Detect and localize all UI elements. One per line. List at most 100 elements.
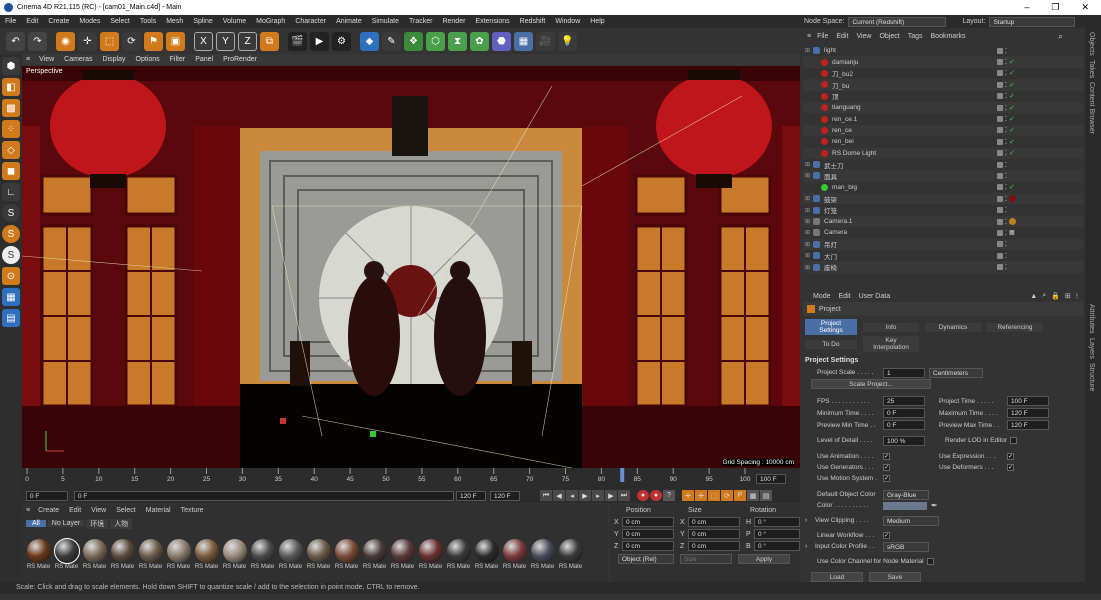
redo-icon[interactable]: ↷ xyxy=(28,31,47,51)
menu-tracker[interactable]: Tracker xyxy=(404,18,437,25)
material-swatch[interactable]: RS Mate xyxy=(81,538,108,576)
snap-icon[interactable]: S xyxy=(2,204,20,222)
live-selection-icon[interactable]: ◉ xyxy=(56,31,75,51)
menu-volume[interactable]: Volume xyxy=(218,18,251,25)
material-swatch[interactable]: RS Mate xyxy=(193,538,220,576)
side-tab-structure[interactable]: Structure xyxy=(1088,363,1095,391)
layer-toggle-icon[interactable] xyxy=(996,218,1003,225)
camera-icon[interactable]: 🎥 xyxy=(536,31,555,51)
node-space-select[interactable]: Current (Redshift) xyxy=(848,16,947,27)
position-field[interactable]: 0 cm xyxy=(622,529,674,539)
expand-icon[interactable]: ⊞ xyxy=(805,229,813,236)
new-window-icon[interactable]: ⊞ xyxy=(1065,292,1071,300)
object-menu-file[interactable]: File xyxy=(817,33,828,40)
size-field[interactable]: 0 cm xyxy=(688,517,740,527)
enabled-check-icon[interactable]: ✓ xyxy=(1009,92,1015,100)
object-row[interactable]: damianju ⁚ ✓ xyxy=(803,56,1083,68)
material-swatch[interactable]: RS Mate xyxy=(389,538,416,576)
enabled-check-icon[interactable]: ✓ xyxy=(1009,138,1015,146)
grid-icon[interactable]: ▦ xyxy=(2,288,20,306)
maximize-button[interactable]: ❐ xyxy=(1051,2,1059,13)
object-row[interactable]: ⊞ Camera ⁚ ▦ xyxy=(803,227,1083,238)
viewport-menu-options[interactable]: Options xyxy=(131,56,165,63)
viewport-menu-display[interactable]: Display xyxy=(98,56,131,63)
material-swatch[interactable]: RS Mate xyxy=(333,538,360,576)
enabled-check-icon[interactable]: ✓ xyxy=(1009,104,1015,112)
material-swatch[interactable]: RS Mate xyxy=(473,538,500,576)
attribute-menu-edit[interactable]: Edit xyxy=(839,293,851,300)
viewport-menu-cameras[interactable]: Cameras xyxy=(59,56,97,63)
playhead[interactable] xyxy=(620,468,625,482)
menu-mesh[interactable]: Mesh xyxy=(161,18,188,25)
material-tag-icon[interactable] xyxy=(1009,195,1016,203)
layer-toggle-icon[interactable] xyxy=(996,161,1003,168)
layer-toggle-icon[interactable] xyxy=(996,150,1003,157)
field-icon[interactable]: ⬣ xyxy=(492,31,511,51)
layer-toggle-icon[interactable] xyxy=(996,195,1003,202)
material-filter-tab[interactable]: All xyxy=(26,520,46,527)
visibility-dots-icon[interactable]: ⁚ xyxy=(1005,69,1007,77)
menu-animate[interactable]: Animate xyxy=(331,18,367,25)
visibility-dots-icon[interactable]: ⁚ xyxy=(1005,149,1007,157)
material-filter-tab[interactable]: 人物 xyxy=(110,518,133,529)
setting-field[interactable]: 100 F xyxy=(1007,396,1049,406)
undo-icon[interactable]: ↶ xyxy=(6,31,25,51)
more-icon[interactable]: ⁝ xyxy=(1076,292,1078,300)
visibility-dots-icon[interactable]: ⁚ xyxy=(1005,81,1007,89)
menu-file[interactable]: File xyxy=(0,18,21,25)
material-menu-material[interactable]: Material xyxy=(142,507,175,514)
light-icon[interactable]: 💡 xyxy=(558,31,577,51)
menu-tools[interactable]: Tools xyxy=(135,18,161,25)
project-scale-unit-select[interactable]: Centimeters xyxy=(929,367,983,378)
object-row[interactable]: tianguang ⁚ ✓ xyxy=(803,101,1083,114)
object-row[interactable]: ⊞ 大门 ⁚ xyxy=(803,250,1083,261)
minimize-button[interactable]: – xyxy=(1024,2,1029,13)
end-frame-field[interactable]: 120 F xyxy=(456,490,486,501)
layer-toggle-icon[interactable] xyxy=(996,207,1003,214)
menu-window[interactable]: Window xyxy=(550,18,585,25)
material-menu-view[interactable]: View xyxy=(87,507,110,514)
object-row[interactable]: 刀_bu ⁚ ✓ xyxy=(803,79,1083,91)
layer-toggle-icon[interactable] xyxy=(996,116,1003,123)
menu-help[interactable]: Help xyxy=(585,18,609,25)
checkbox[interactable]: ✓ xyxy=(883,453,890,460)
material-swatch[interactable]: RS Mate xyxy=(109,538,136,576)
default-object-color-select[interactable]: Gray-Blue xyxy=(883,489,929,500)
material-menu-toggle-icon[interactable]: ≡ xyxy=(26,507,30,514)
visibility-dots-icon[interactable]: ⁚ xyxy=(1005,47,1007,55)
object-row[interactable]: ⊞ 吊灯 ⁚ xyxy=(803,238,1083,251)
render-view-icon[interactable]: 🎬 xyxy=(288,31,307,51)
previous-key-icon[interactable]: ◀ xyxy=(553,490,565,501)
z-axis-icon[interactable]: Z xyxy=(238,31,257,51)
visibility-dots-icon[interactable]: ⁚ xyxy=(1005,240,1007,248)
object-menu-toggle-icon[interactable]: ≡ xyxy=(807,33,811,40)
layer-toggle-icon[interactable] xyxy=(996,252,1003,259)
load-preset-button[interactable]: Load Preset... xyxy=(811,572,863,590)
material-swatch[interactable]: RS Mate xyxy=(277,538,304,576)
material-swatch[interactable]: RS Mate xyxy=(221,538,248,576)
viewport-menu-view[interactable]: View xyxy=(34,56,59,63)
snap-options-icon[interactable]: S xyxy=(2,246,20,264)
key-pla-icon[interactable]: ▦ xyxy=(747,490,759,501)
go-to-start-icon[interactable]: ⏮ xyxy=(540,490,552,501)
expand-icon[interactable]: ⊞ xyxy=(805,252,813,259)
max-frame-field[interactable]: 120 F xyxy=(490,490,520,501)
layer-toggle-icon[interactable] xyxy=(996,81,1003,88)
render-settings-icon[interactable]: ⚙ xyxy=(332,31,351,51)
position-field[interactable]: 0 cm xyxy=(622,541,674,551)
menu-simulate[interactable]: Simulate xyxy=(367,18,404,25)
deformer-icon[interactable]: ✿ xyxy=(470,31,489,51)
object-row[interactable]: ren_ce ⁚ ✓ xyxy=(803,124,1083,137)
coordinate-mode-select[interactable]: Object (Rel) xyxy=(618,554,674,564)
setting-field[interactable]: 0 F xyxy=(883,408,925,418)
step-back-icon[interactable]: ◂ xyxy=(566,490,578,501)
enabled-check-icon[interactable]: ✓ xyxy=(1009,58,1015,66)
object-menu-bookmarks[interactable]: Bookmarks xyxy=(931,33,966,40)
save-preset-button[interactable]: Save Preset... xyxy=(869,572,921,590)
tab-key-interpolation[interactable]: Key Interpolation xyxy=(863,336,919,352)
layer-toggle-icon[interactable] xyxy=(996,184,1003,191)
material-swatch[interactable]: RS Mate xyxy=(501,538,528,576)
material-swatch[interactable]: RS Mate xyxy=(305,538,332,576)
layer-toggle-icon[interactable] xyxy=(996,264,1003,271)
start-frame-field[interactable]: 0 F xyxy=(26,490,68,501)
